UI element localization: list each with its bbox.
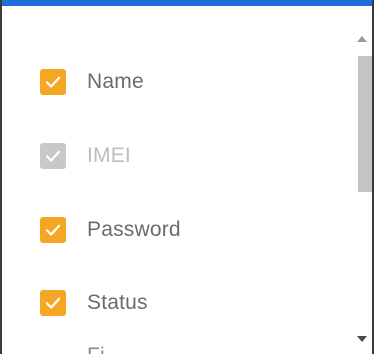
list-item-partial[interactable]: Fi	[40, 342, 105, 354]
checkbox-password[interactable]	[40, 217, 66, 243]
list-item-label: IMEI	[87, 144, 131, 167]
vertical-scrollbar[interactable]	[352, 30, 372, 350]
check-icon	[45, 76, 61, 88]
list-item-label: Status	[87, 291, 148, 314]
check-icon	[45, 224, 61, 236]
check-icon	[45, 297, 61, 309]
list-item-name[interactable]: Name	[40, 68, 144, 96]
scroll-down-icon[interactable]	[356, 334, 368, 344]
list-item-label: Password	[87, 218, 181, 241]
list-item-imei: IMEI	[40, 142, 131, 170]
list-item-status[interactable]: Status	[40, 289, 148, 317]
column-chooser-panel: Name IMEI Password Status	[0, 0, 374, 354]
checkbox-status[interactable]	[40, 290, 66, 316]
check-icon	[45, 150, 61, 162]
scrollbar-thumb[interactable]	[358, 56, 372, 192]
column-checkbox-list: Name IMEI Password Status	[2, 6, 352, 354]
checkbox-name[interactable]	[40, 69, 66, 95]
list-item-label: Fi	[87, 344, 105, 354]
list-item-label: Name	[87, 70, 144, 93]
list-item-password[interactable]: Password	[40, 216, 181, 244]
scroll-up-icon[interactable]	[356, 34, 368, 44]
checkbox-imei	[40, 143, 66, 169]
